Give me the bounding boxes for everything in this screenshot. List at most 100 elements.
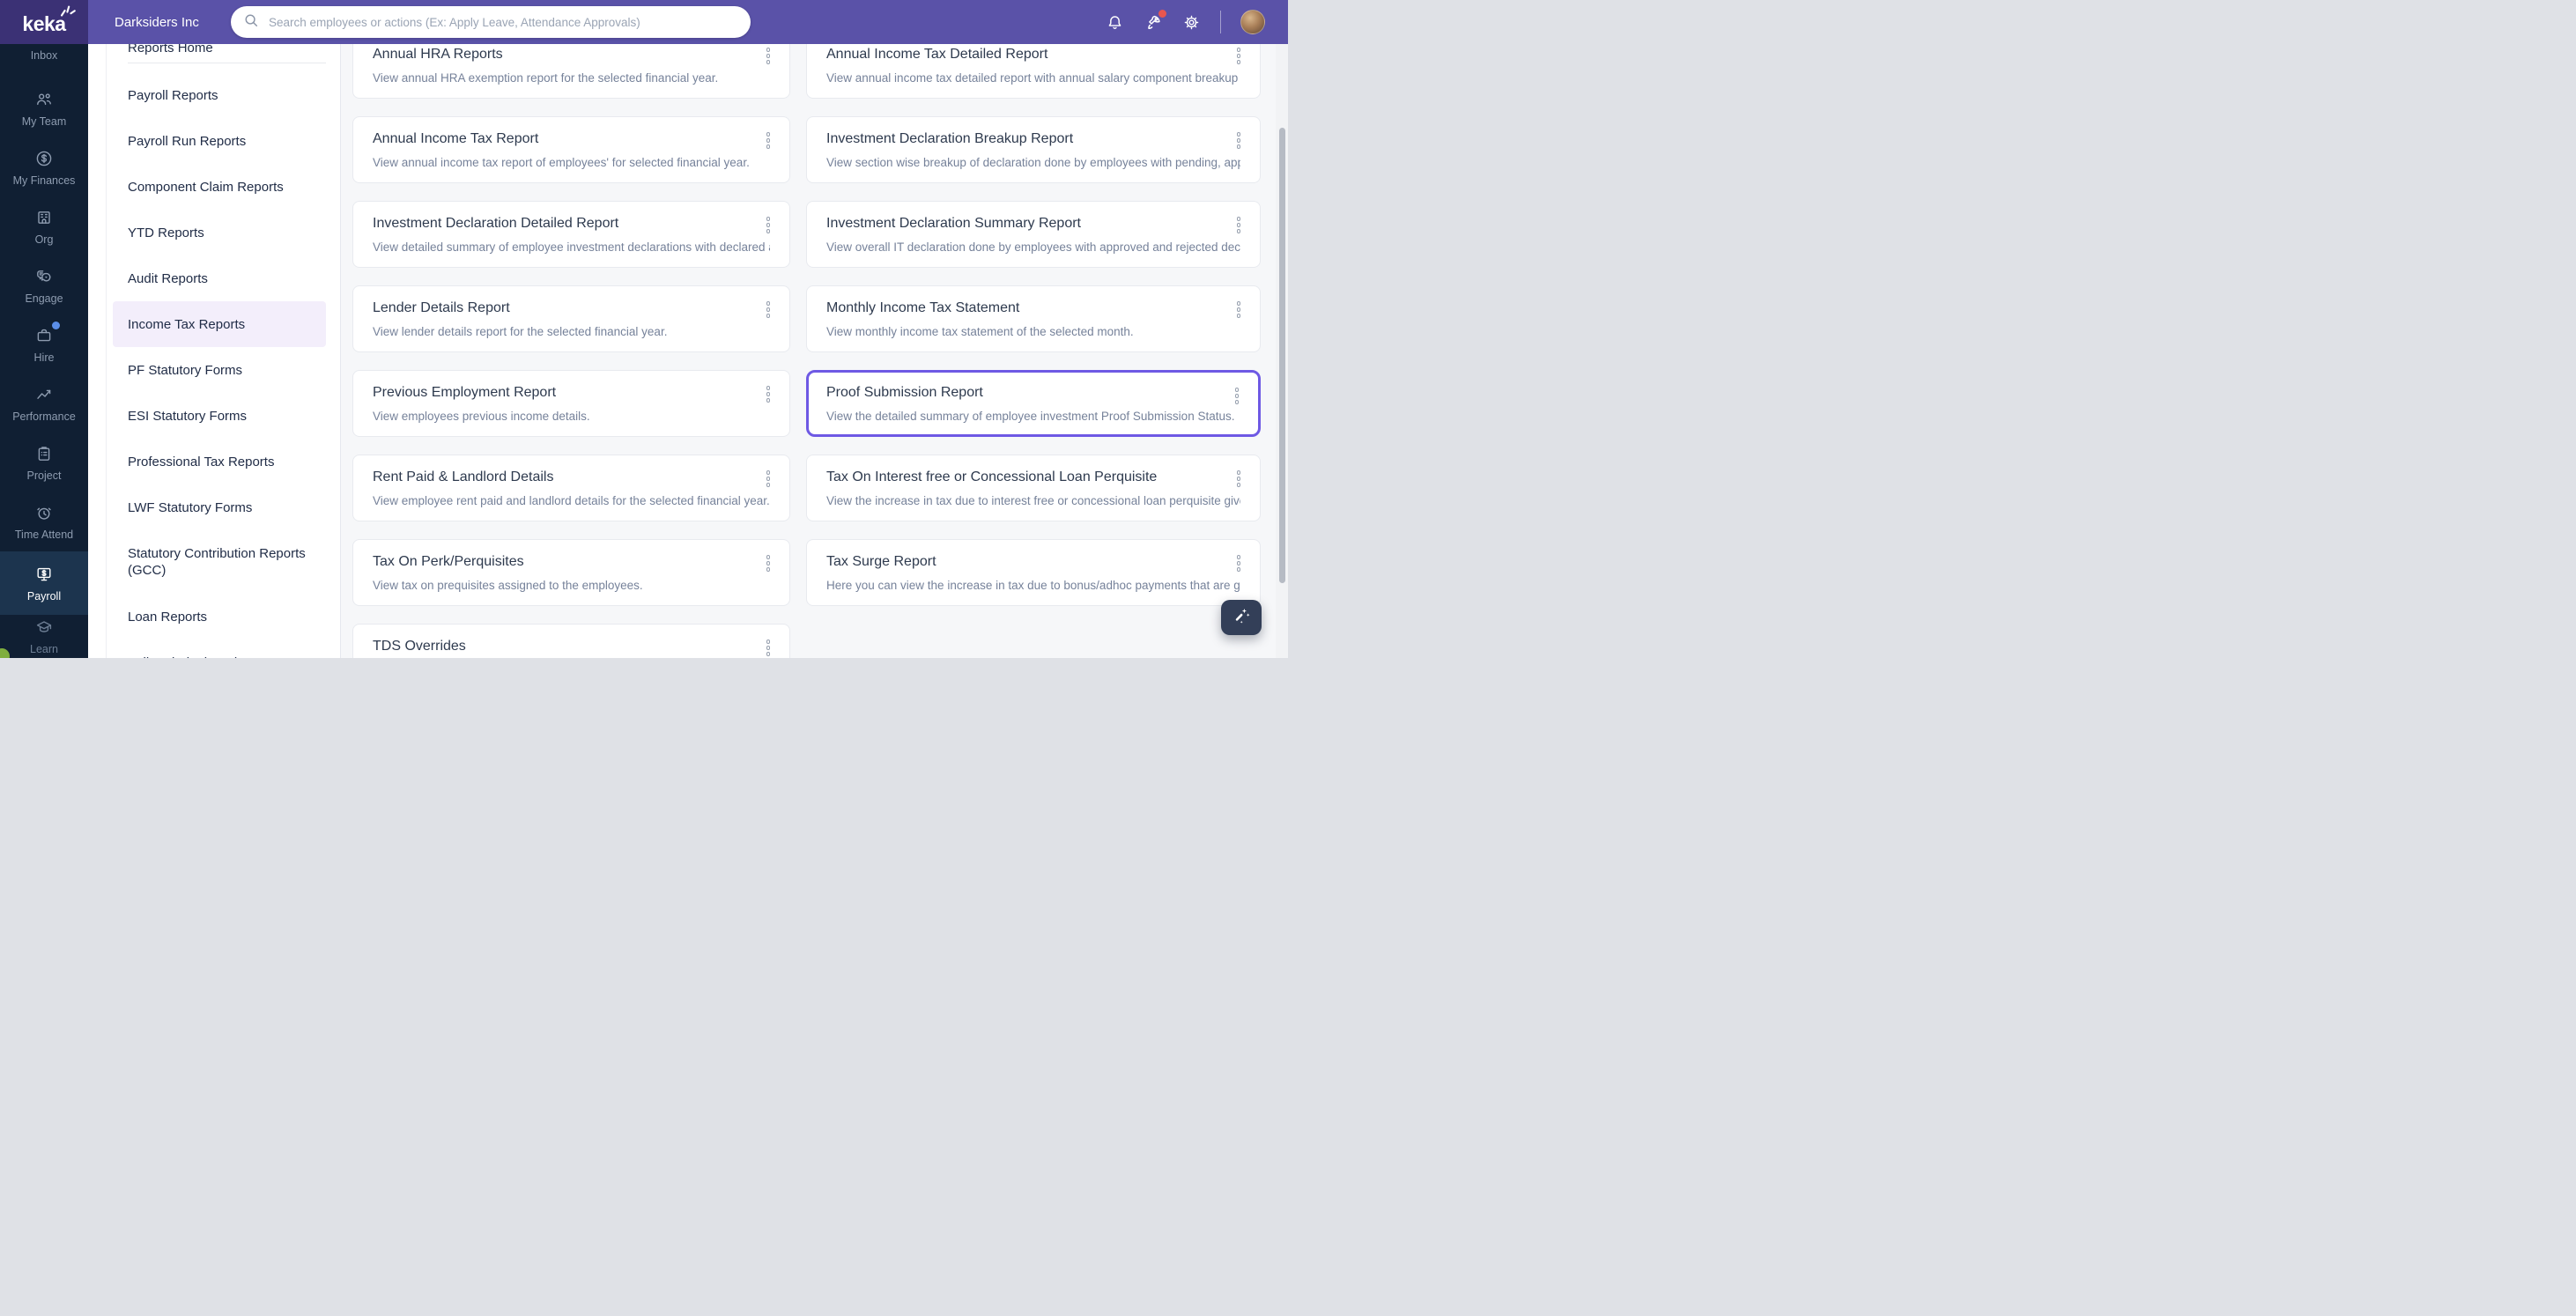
- app-window: keka Darksiders Inc Inbox My Team My Finan…: [0, 0, 1288, 658]
- kebab-menu-icon[interactable]: [1235, 46, 1243, 66]
- kebab-menu-icon[interactable]: [1235, 130, 1243, 151]
- report-card-investment-declaration-summary-report[interactable]: Investment Declaration Summary ReportVie…: [806, 201, 1261, 268]
- report-card-lender-details-report[interactable]: Lender Details Report View lender details…: [352, 285, 790, 352]
- report-card-title: Annual Income Tax Detailed Report: [826, 47, 1240, 63]
- report-card-title: Investment Declaration Summary Report: [826, 216, 1240, 232]
- report-card-rent-paid-landlord-details[interactable]: Rent Paid & Landlord DetailsView employe…: [352, 455, 790, 521]
- magic-wand-fab[interactable]: [1221, 600, 1262, 635]
- report-card-previous-employment-report[interactable]: Previous Employment ReportView employees…: [352, 370, 790, 437]
- kebab-menu-icon[interactable]: [765, 638, 773, 658]
- report-card-description: View employee rent paid and landlord det…: [373, 493, 770, 508]
- kebab-menu-icon[interactable]: [1235, 215, 1243, 235]
- sidebar-item-learn[interactable]: Learn: [0, 615, 88, 658]
- subnav-item-label: Loan Reports: [128, 609, 207, 625]
- sidebar-item-payroll[interactable]: Payroll: [0, 551, 88, 615]
- report-card-description: View the detailed summary of employee in…: [826, 409, 1240, 424]
- bell-icon[interactable]: [1106, 13, 1124, 32]
- report-card-annual-income-tax-report[interactable]: Annual Income Tax ReportView annual inco…: [352, 116, 790, 183]
- report-card-tax-surge-report[interactable]: Tax Surge ReportHere you can view the in…: [806, 539, 1261, 606]
- subnav-item-label: Component Claim Reports: [128, 179, 284, 196]
- company-name: Darksiders Inc: [115, 0, 199, 44]
- report-card-title: Annual HRA Reports: [373, 47, 770, 63]
- kebab-menu-icon[interactable]: [1235, 553, 1243, 573]
- finances-icon: [34, 149, 54, 168]
- sidebar-item-project[interactable]: Project: [0, 433, 88, 492]
- subnav-item-statutory-contribution-reports-gcc[interactable]: Statutory Contribution Reports (GCC): [113, 530, 326, 594]
- report-card-investment-declaration-detailed-report[interactable]: Investment Declaration Detailed ReportVi…: [352, 201, 790, 268]
- report-card-tax-on-interest-free-or-concessional-loan-perquisite[interactable]: Tax On Interest free or Concessional Loa…: [806, 455, 1261, 521]
- time-attend-icon: [34, 503, 54, 522]
- learn-icon: [34, 617, 54, 637]
- report-card-annual-income-tax-detailed-report[interactable]: Annual Income Tax Detailed ReportView an…: [806, 44, 1261, 99]
- payroll-icon: [34, 565, 54, 584]
- subnav-item-ytd-reports[interactable]: YTD Reports: [113, 210, 326, 255]
- sidebar-item-label: Learn: [30, 643, 58, 655]
- report-card-tax-on-perk-perquisites[interactable]: Tax On Perk/PerquisitesView tax on prequ…: [352, 539, 790, 606]
- report-card-description: View lender details report for the selec…: [373, 324, 770, 339]
- report-card-description: View annual income tax report of employe…: [373, 155, 770, 170]
- subnav-item-payroll-reports[interactable]: Payroll Reports: [113, 72, 326, 118]
- kebab-menu-icon[interactable]: [765, 215, 773, 235]
- kebab-menu-icon[interactable]: [765, 553, 773, 573]
- sidebar-item-label: Inbox: [31, 49, 58, 62]
- report-card-description: Here you can view the increase in tax du…: [826, 578, 1240, 593]
- keka-logo[interactable]: keka: [0, 0, 88, 44]
- report-card-title: Investment Declaration Detailed Report: [373, 216, 770, 232]
- report-card-description: View annual HRA exemption report for the…: [373, 70, 770, 85]
- sidebar-item-hire[interactable]: Hire: [0, 315, 88, 374]
- report-card-description: View section wise breakup of declaration…: [826, 155, 1240, 170]
- subnav-item-label: Payroll Reports: [128, 87, 218, 104]
- kebab-menu-icon[interactable]: [1235, 469, 1243, 489]
- sidebar-item-time-attend[interactable]: Time Attend: [0, 492, 88, 551]
- sidebar-item-my-finances[interactable]: My Finances: [0, 138, 88, 197]
- subnav-item-loan-reports[interactable]: Loan Reports: [113, 594, 326, 640]
- subnav-item-lwf-statutory-forms[interactable]: LWF Statutory Forms: [113, 484, 326, 530]
- rocket-icon[interactable]: [1144, 12, 1163, 32]
- subnav-item-audit-reports[interactable]: Audit Reports: [113, 255, 326, 301]
- subnav-item-label: Professional Tax Reports: [128, 454, 274, 470]
- reports-main: Annual HRA Reports View annual HRA exempt…: [341, 44, 1288, 658]
- kebab-menu-icon[interactable]: [765, 469, 773, 489]
- kebab-menu-icon[interactable]: [765, 299, 773, 320]
- report-card-title: Monthly Income Tax Statement: [826, 300, 1240, 316]
- sidebar-item-label: Org: [35, 233, 54, 246]
- report-card-description: View tax on prequisites assigned to the …: [373, 578, 770, 593]
- sidebar-item-label: My Finances: [13, 174, 76, 187]
- subnav-item-label: Statutory Contribution Reports (GCC): [128, 545, 326, 579]
- subnav-item-full-and-final-settlement-reports[interactable]: Full and Final Settlement Reports: [113, 640, 326, 658]
- report-card-title: Proof Submission Report: [826, 385, 1240, 401]
- sidebar-item-inbox[interactable]: Inbox: [0, 44, 88, 79]
- subnav-item-professional-tax-reports[interactable]: Professional Tax Reports: [113, 439, 326, 484]
- scrollbar-track[interactable]: [1276, 44, 1288, 658]
- sidebar-item-label: Performance: [12, 410, 76, 423]
- search-input[interactable]: [267, 15, 738, 30]
- subnav-item-pf-statutory-forms[interactable]: PF Statutory Forms: [113, 347, 326, 393]
- subnav-item-component-claim-reports[interactable]: Component Claim Reports: [113, 164, 326, 210]
- report-card-title: Lender Details Report: [373, 300, 770, 316]
- kebab-menu-icon[interactable]: [1233, 386, 1241, 406]
- sidebar-item-engage[interactable]: Engage: [0, 256, 88, 315]
- report-card-proof-submission-report[interactable]: Proof Submission Report View the detailed…: [806, 370, 1261, 437]
- search-bar[interactable]: [231, 6, 751, 38]
- subnav-item-reports-home[interactable]: Reports Home: [113, 44, 326, 60]
- scrollbar-thumb[interactable]: [1279, 128, 1285, 583]
- gear-icon[interactable]: [1182, 13, 1201, 32]
- kebab-menu-icon[interactable]: [765, 46, 773, 66]
- subnav-item-label: Payroll Run Reports: [128, 133, 246, 150]
- report-card-investment-declaration-breakup-report[interactable]: Investment Declaration Breakup ReportVie…: [806, 116, 1261, 183]
- sidebar-item-my-team[interactable]: My Team: [0, 79, 88, 138]
- kebab-menu-icon[interactable]: [1235, 299, 1243, 320]
- report-card-monthly-income-tax-statement[interactable]: Monthly Income Tax StatementView monthly…: [806, 285, 1261, 352]
- report-card-tds-overrides[interactable]: TDS Overrides: [352, 624, 790, 658]
- subnav-item-income-tax-reports[interactable]: Income Tax Reports: [113, 301, 326, 347]
- report-card-annual-hra-reports[interactable]: Annual HRA Reports View annual HRA exempt…: [352, 44, 790, 99]
- subnav-item-label: ESI Statutory Forms: [128, 408, 247, 425]
- user-avatar[interactable]: [1240, 10, 1265, 34]
- kebab-menu-icon[interactable]: [765, 384, 773, 404]
- sidebar-item-org[interactable]: Org: [0, 197, 88, 256]
- subnav-item-esi-statutory-forms[interactable]: ESI Statutory Forms: [113, 393, 326, 439]
- subnav-item-payroll-run-reports[interactable]: Payroll Run Reports: [113, 118, 326, 164]
- sidebar-item-performance[interactable]: Performance: [0, 374, 88, 433]
- kebab-menu-icon[interactable]: [765, 130, 773, 151]
- notification-badge: [1158, 10, 1166, 18]
